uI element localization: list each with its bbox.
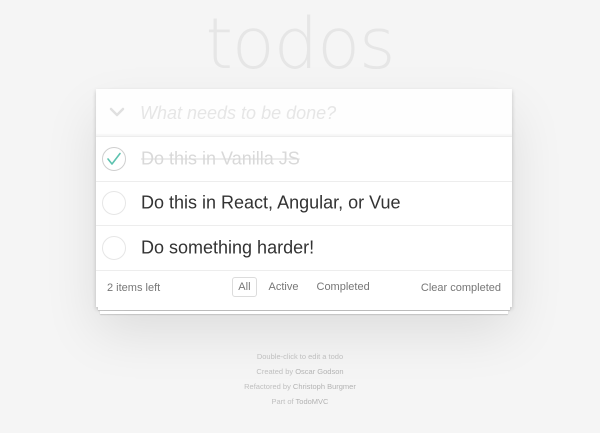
info-refactored-by: Refactored by Christoph Burgmer xyxy=(0,379,600,394)
todo-item: Do this in Vanilla JS xyxy=(96,137,512,182)
info-edit-hint: Double-click to edit a todo xyxy=(256,352,344,361)
todo-label[interactable]: Do this in React, Angular, or Vue xyxy=(141,193,400,214)
chevron-down-icon[interactable] xyxy=(106,101,128,123)
info-refactored-by-prefix: Refactored by xyxy=(244,382,293,391)
filter-active[interactable]: Active xyxy=(263,277,305,297)
info-footer: Double-click to edit a todo Created by O… xyxy=(0,349,600,409)
todo-list: Do this in Vanilla JS Do this in React, … xyxy=(96,137,512,271)
info-part-of-prefix: Part of xyxy=(271,397,296,406)
todo-item: Do something harder! xyxy=(96,226,512,271)
todo-toggle[interactable] xyxy=(102,146,126,171)
info-author-link[interactable]: Oscar Godson xyxy=(295,367,343,376)
todo-label[interactable]: Do something harder! xyxy=(141,237,314,258)
new-todo-row xyxy=(96,89,512,137)
stacked-paper-shadow xyxy=(96,306,512,315)
info-todomvc-link[interactable]: TodoMVC xyxy=(296,397,329,406)
todo-toggle[interactable] xyxy=(102,235,126,260)
info-part-of: Part of TodoMVC xyxy=(0,394,600,409)
todo-label[interactable]: Do this in Vanilla JS xyxy=(141,148,300,169)
todo-footer: 2 items left All Active Completed Clear … xyxy=(96,271,512,314)
info-created-by: Created by Oscar Godson xyxy=(0,364,600,379)
checkmark-icon xyxy=(107,152,121,165)
filter-completed[interactable]: Completed xyxy=(311,277,376,297)
app-title: todos xyxy=(205,3,395,85)
info-refactorer-link[interactable]: Christoph Burgmer xyxy=(293,382,356,391)
clear-completed-button[interactable]: Clear completed xyxy=(421,282,501,294)
filter-all[interactable]: All xyxy=(232,276,257,297)
todo-toggle[interactable] xyxy=(102,191,126,216)
todo-item: Do this in React, Angular, or Vue xyxy=(96,182,512,226)
new-todo-input[interactable] xyxy=(140,97,502,129)
todo-app: Do this in Vanilla JS Do this in React, … xyxy=(96,89,512,314)
info-created-by-prefix: Created by xyxy=(256,367,296,376)
